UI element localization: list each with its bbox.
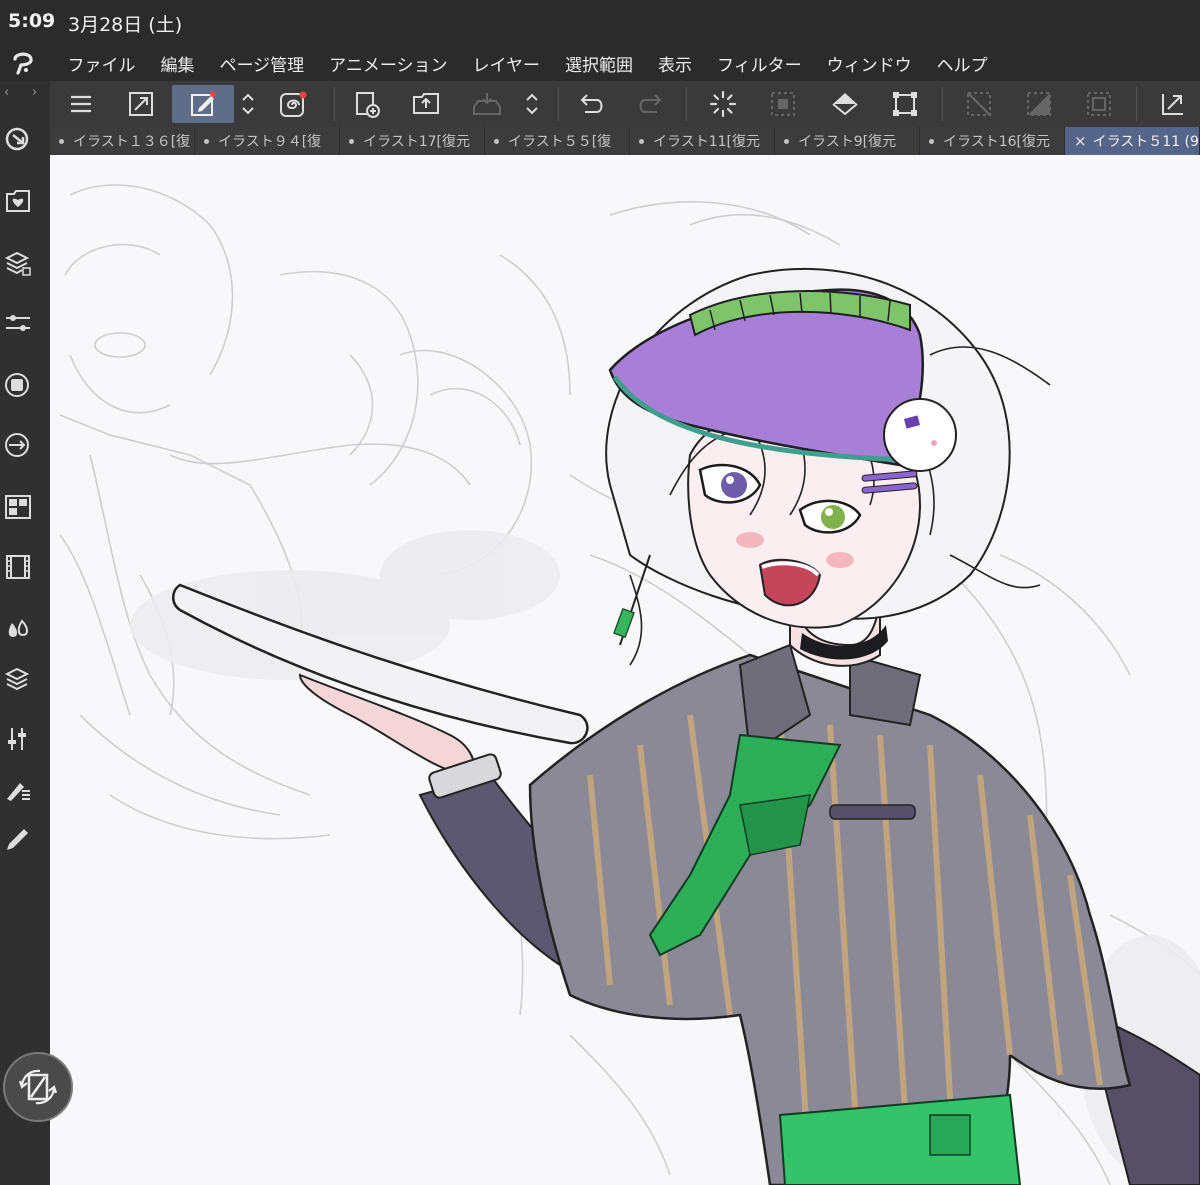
unsaved-dot-icon <box>204 138 209 144</box>
artwork-illustration <box>59 184 1200 1185</box>
unsaved-dot-icon <box>929 138 934 144</box>
drawing-canvas[interactable] <box>50 155 1200 1185</box>
undo-icon[interactable] <box>572 85 610 123</box>
sub-tool-icon[interactable] <box>4 775 32 803</box>
menu-animation[interactable]: アニメーション <box>317 51 460 76</box>
quick-access-icon[interactable] <box>4 125 32 153</box>
fill-icon[interactable] <box>826 85 864 123</box>
menu-items: ファイル 編集 ページ管理 アニメーション レイヤー 選択範囲 表示 フィルター… <box>55 45 1000 81</box>
unsaved-dot-icon <box>784 138 789 144</box>
tab-label: イラスト16[復元 <box>943 134 1050 150</box>
arrow-icon[interactable] <box>1154 85 1192 123</box>
rotate-icon <box>18 1069 58 1105</box>
unsaved-dot-icon <box>494 138 499 144</box>
menu-page-management[interactable]: ページ管理 <box>207 51 317 76</box>
open-folder-icon[interactable] <box>408 85 446 123</box>
menu-edit[interactable]: 編集 <box>148 51 207 76</box>
tab-label: イラスト５５[復 <box>508 134 612 150</box>
menu-filter[interactable]: フィルター <box>705 51 815 76</box>
tab-document[interactable]: イラスト５５[復 <box>485 127 630 155</box>
deselect-icon[interactable] <box>960 85 998 123</box>
tab-label: イラスト９４[復 <box>218 134 322 150</box>
menu-icon[interactable] <box>62 85 100 123</box>
menu-file[interactable]: ファイル <box>55 51 148 76</box>
close-tab-icon[interactable]: × <box>1074 132 1087 150</box>
tab-document[interactable]: イラスト９４[復 <box>195 127 340 155</box>
menu-selection[interactable]: 選択範囲 <box>553 51 646 76</box>
sub-tool-detail-icon[interactable] <box>4 309 32 337</box>
unsaved-dot-icon <box>59 138 64 144</box>
pen-icon[interactable] <box>4 825 32 853</box>
status-time: 5:09 <box>8 10 56 32</box>
menu-bar: ファイル 編集 ページ管理 アニメーション レイヤー 選択範囲 表示 フィルター… <box>0 45 1200 81</box>
tab-document-active[interactable]: × イラスト５11 (9 <box>1065 127 1200 155</box>
tab-label: イラスト１３６[復 <box>73 134 191 150</box>
left-palette-bar: ‹ › <box>0 81 50 1185</box>
hair-ornament <box>883 398 957 472</box>
menu-window[interactable]: ウィンドウ <box>814 51 924 76</box>
menu-help[interactable]: ヘルプ <box>924 51 1000 76</box>
tab-document[interactable]: イラスト17[復元 <box>340 127 485 155</box>
new-page-icon[interactable] <box>348 85 386 123</box>
tab-label: イラスト9[復元 <box>798 134 897 150</box>
tab-document[interactable]: イラスト１３６[復 <box>50 127 195 155</box>
command-bar <box>50 81 1200 128</box>
canvas-rotate-button[interactable] <box>3 1052 73 1122</box>
loading-icon[interactable] <box>704 85 742 123</box>
tab-label: イラスト５11 (9 <box>1092 134 1199 150</box>
unsaved-dot-icon <box>349 138 354 144</box>
color-set-icon[interactable] <box>4 615 32 643</box>
status-date: 3月28日 (土) <box>68 14 183 36</box>
layers-icon[interactable] <box>4 665 32 693</box>
app-logo-icon[interactable] <box>8 49 38 77</box>
collapse-left-icon[interactable]: ‹ <box>4 85 9 100</box>
redo-icon[interactable] <box>632 85 670 123</box>
tab-label: イラスト17[復元 <box>363 134 470 150</box>
edit-icon[interactable] <box>172 85 234 123</box>
tab-document[interactable]: イラスト11[復元 <box>630 127 775 155</box>
color-circle-icon[interactable] <box>4 371 32 399</box>
border-selection-icon[interactable] <box>1080 85 1118 123</box>
unsaved-dot-icon <box>639 138 644 144</box>
menu-view[interactable]: 表示 <box>646 51 705 76</box>
save-icon[interactable] <box>468 85 506 123</box>
select-icon[interactable] <box>764 85 802 123</box>
chevron-updown-icon[interactable] <box>520 85 544 123</box>
transform-icon[interactable] <box>886 85 924 123</box>
chevron-updown-icon[interactable] <box>236 85 260 123</box>
tab-document[interactable]: イラスト9[復元 <box>775 127 920 155</box>
adjust-icon[interactable] <box>4 725 32 753</box>
material-icon[interactable] <box>4 187 32 215</box>
document-tab-bar: イラスト１３６[復 イラスト９４[復 イラスト17[復元 イラスト５５[復 イラ… <box>50 127 1200 155</box>
layer-search-icon[interactable] <box>4 493 32 521</box>
fullscreen-icon[interactable] <box>122 85 160 123</box>
layer-property-icon[interactable] <box>4 249 32 277</box>
expand-right-icon[interactable]: › <box>32 85 37 100</box>
tab-label: イラスト11[復元 <box>653 134 760 150</box>
invert-selection-icon[interactable] <box>1020 85 1058 123</box>
timeline-icon[interactable] <box>4 553 32 581</box>
menu-layer[interactable]: レイヤー <box>460 51 553 76</box>
navigator-icon[interactable] <box>4 431 32 459</box>
tab-document[interactable]: イラスト16[復元 <box>920 127 1065 155</box>
spiral-icon[interactable] <box>274 85 312 123</box>
status-bar: 5:09 3月28日 (土) <box>0 0 1200 45</box>
